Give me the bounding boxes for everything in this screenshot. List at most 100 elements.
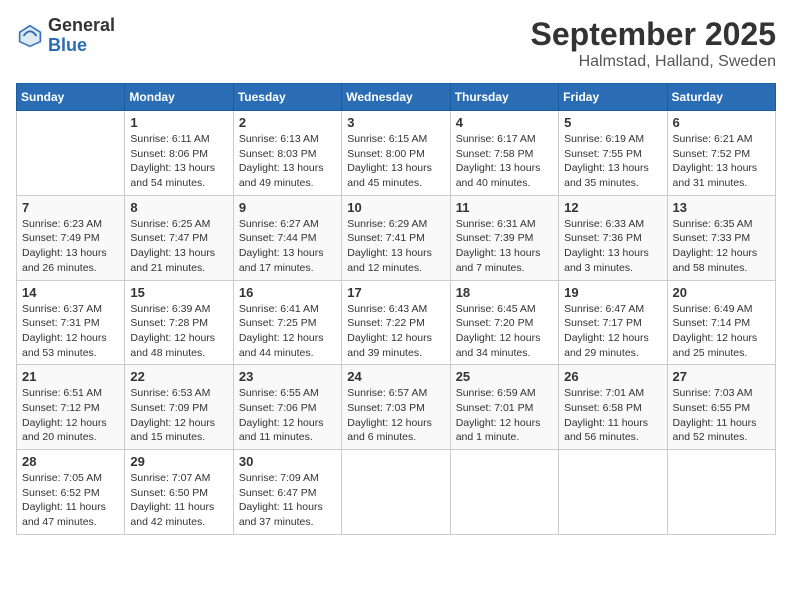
day-number: 27: [673, 369, 770, 384]
calendar-cell: 19 Sunrise: 6:47 AM Sunset: 7:17 PM Dayli…: [559, 280, 667, 365]
calendar-cell: 18Sunrise: 6:45 AM Sunset: 7:20 PM Dayli…: [450, 280, 558, 365]
day-number: 18: [456, 285, 553, 300]
calendar-cell: 8Sunrise: 6:25 AM Sunset: 7:47 PM Daylig…: [125, 195, 233, 280]
day-info: Sunrise: 6:33 AM Sunset: 7:36 PM Dayligh…: [564, 217, 661, 276]
calendar-cell: 21 Sunrise: 6:51 AM Sunset: 7:12 PM Dayli…: [17, 365, 125, 450]
day-number: 28: [22, 454, 119, 469]
day-number: 16: [239, 285, 336, 300]
calendar-table: SundayMondayTuesdayWednesdayThursdayFrid…: [16, 83, 776, 535]
calendar-cell: 15 Sunrise: 6:39 AM Sunset: 7:28 PM Dayli…: [125, 280, 233, 365]
calendar-cell: 10 Sunrise: 6:29 AM Sunset: 7:41 PM Dayli…: [342, 195, 450, 280]
day-info: Sunrise: 6:49 AM Sunset: 7:14 PM Dayligh…: [673, 302, 770, 361]
calendar-cell: 16 Sunrise: 6:41 AM Sunset: 7:25 PM Dayli…: [233, 280, 341, 365]
day-info: Sunrise: 6:41 AM Sunset: 7:25 PM Dayligh…: [239, 302, 336, 361]
day-info: Sunrise: 6:21 AM Sunset: 7:52 PM Dayligh…: [673, 132, 770, 191]
calendar-cell: [342, 450, 450, 535]
day-number: 12: [564, 200, 661, 215]
page-header: General Blue September 2025 Halmstad, Ha…: [16, 16, 776, 71]
day-number: 6: [673, 115, 770, 130]
weekday-header: Wednesday: [342, 84, 450, 111]
calendar-cell: 14 Sunrise: 6:37 AM Sunset: 7:31 PM Dayli…: [17, 280, 125, 365]
calendar-cell: 3 Sunrise: 6:15 AM Sunset: 8:00 PM Daylig…: [342, 111, 450, 196]
calendar-body: 1 Sunrise: 6:11 AM Sunset: 8:06 PM Daylig…: [17, 111, 776, 535]
day-info: Sunrise: 6:35 AM Sunset: 7:33 PM Dayligh…: [673, 217, 770, 276]
calendar-cell: 17Sunrise: 6:43 AM Sunset: 7:22 PM Dayli…: [342, 280, 450, 365]
day-number: 24: [347, 369, 444, 384]
calendar-cell: [667, 450, 775, 535]
day-number: 3: [347, 115, 444, 130]
day-info: Sunrise: 6:15 AM Sunset: 8:00 PM Dayligh…: [347, 132, 444, 191]
logo-text: General Blue: [48, 16, 115, 56]
calendar-header: SundayMondayTuesdayWednesdayThursdayFrid…: [17, 84, 776, 111]
day-info: Sunrise: 6:39 AM Sunset: 7:28 PM Dayligh…: [130, 302, 227, 361]
day-number: 1: [130, 115, 227, 130]
day-info: Sunrise: 6:23 AM Sunset: 7:49 PM Dayligh…: [22, 217, 119, 276]
month-title: September 2025: [531, 16, 776, 53]
day-info: Sunrise: 6:59 AM Sunset: 7:01 PM Dayligh…: [456, 386, 553, 445]
weekday-header: Tuesday: [233, 84, 341, 111]
calendar-week-row: 21 Sunrise: 6:51 AM Sunset: 7:12 PM Dayli…: [17, 365, 776, 450]
calendar-cell: 7 Sunrise: 6:23 AM Sunset: 7:49 PM Daylig…: [17, 195, 125, 280]
calendar-cell: 2 Sunrise: 6:13 AM Sunset: 8:03 PM Daylig…: [233, 111, 341, 196]
day-info: Sunrise: 6:11 AM Sunset: 8:06 PM Dayligh…: [130, 132, 227, 191]
calendar-cell: 22 Sunrise: 6:53 AM Sunset: 7:09 PM Dayli…: [125, 365, 233, 450]
calendar-week-row: 14 Sunrise: 6:37 AM Sunset: 7:31 PM Dayli…: [17, 280, 776, 365]
day-info: Sunrise: 7:03 AM Sunset: 6:55 PM Dayligh…: [673, 386, 770, 445]
weekday-header: Thursday: [450, 84, 558, 111]
calendar-cell: 26 Sunrise: 7:01 AM Sunset: 6:58 PM Dayli…: [559, 365, 667, 450]
day-info: Sunrise: 7:09 AM Sunset: 6:47 PM Dayligh…: [239, 471, 336, 530]
day-info: Sunrise: 6:47 AM Sunset: 7:17 PM Dayligh…: [564, 302, 661, 361]
day-number: 29: [130, 454, 227, 469]
day-info: Sunrise: 6:13 AM Sunset: 8:03 PM Dayligh…: [239, 132, 336, 191]
day-number: 11: [456, 200, 553, 215]
calendar-cell: 4 Sunrise: 6:17 AM Sunset: 7:58 PM Daylig…: [450, 111, 558, 196]
weekday-header: Friday: [559, 84, 667, 111]
calendar-week-row: 28 Sunrise: 7:05 AM Sunset: 6:52 PM Dayli…: [17, 450, 776, 535]
calendar-cell: 5 Sunrise: 6:19 AM Sunset: 7:55 PM Daylig…: [559, 111, 667, 196]
calendar-cell: 1 Sunrise: 6:11 AM Sunset: 8:06 PM Daylig…: [125, 111, 233, 196]
day-number: 9: [239, 200, 336, 215]
title-block: September 2025 Halmstad, Halland, Sweden: [531, 16, 776, 71]
day-number: 21: [22, 369, 119, 384]
day-number: 2: [239, 115, 336, 130]
calendar-cell: 28 Sunrise: 7:05 AM Sunset: 6:52 PM Dayli…: [17, 450, 125, 535]
calendar-cell: 6 Sunrise: 6:21 AM Sunset: 7:52 PM Daylig…: [667, 111, 775, 196]
calendar-cell: 12 Sunrise: 6:33 AM Sunset: 7:36 PM Dayli…: [559, 195, 667, 280]
day-number: 7: [22, 200, 119, 215]
day-number: 20: [673, 285, 770, 300]
day-info: Sunrise: 6:51 AM Sunset: 7:12 PM Dayligh…: [22, 386, 119, 445]
day-number: 8: [130, 200, 227, 215]
calendar-week-row: 7 Sunrise: 6:23 AM Sunset: 7:49 PM Daylig…: [17, 195, 776, 280]
calendar-cell: 30Sunrise: 7:09 AM Sunset: 6:47 PM Dayli…: [233, 450, 341, 535]
day-number: 10: [347, 200, 444, 215]
day-info: Sunrise: 6:19 AM Sunset: 7:55 PM Dayligh…: [564, 132, 661, 191]
weekday-row: SundayMondayTuesdayWednesdayThursdayFrid…: [17, 84, 776, 111]
day-info: Sunrise: 6:53 AM Sunset: 7:09 PM Dayligh…: [130, 386, 227, 445]
calendar-cell: [450, 450, 558, 535]
day-number: 26: [564, 369, 661, 384]
calendar-week-row: 1 Sunrise: 6:11 AM Sunset: 8:06 PM Daylig…: [17, 111, 776, 196]
day-number: 14: [22, 285, 119, 300]
day-number: 22: [130, 369, 227, 384]
calendar-cell: 11Sunrise: 6:31 AM Sunset: 7:39 PM Dayli…: [450, 195, 558, 280]
logo-icon: [16, 22, 44, 50]
weekday-header: Sunday: [17, 84, 125, 111]
calendar-cell: 13 Sunrise: 6:35 AM Sunset: 7:33 PM Dayli…: [667, 195, 775, 280]
calendar-cell: 23Sunrise: 6:55 AM Sunset: 7:06 PM Dayli…: [233, 365, 341, 450]
calendar-cell: [17, 111, 125, 196]
day-number: 4: [456, 115, 553, 130]
day-info: Sunrise: 6:29 AM Sunset: 7:41 PM Dayligh…: [347, 217, 444, 276]
day-number: 15: [130, 285, 227, 300]
calendar-cell: 24 Sunrise: 6:57 AM Sunset: 7:03 PM Dayli…: [342, 365, 450, 450]
day-info: Sunrise: 7:05 AM Sunset: 6:52 PM Dayligh…: [22, 471, 119, 530]
day-info: Sunrise: 7:01 AM Sunset: 6:58 PM Dayligh…: [564, 386, 661, 445]
day-number: 13: [673, 200, 770, 215]
day-number: 5: [564, 115, 661, 130]
logo: General Blue: [16, 16, 115, 56]
day-number: 19: [564, 285, 661, 300]
day-number: 17: [347, 285, 444, 300]
day-info: Sunrise: 6:37 AM Sunset: 7:31 PM Dayligh…: [22, 302, 119, 361]
day-info: Sunrise: 6:57 AM Sunset: 7:03 PM Dayligh…: [347, 386, 444, 445]
day-info: Sunrise: 6:17 AM Sunset: 7:58 PM Dayligh…: [456, 132, 553, 191]
weekday-header: Saturday: [667, 84, 775, 111]
